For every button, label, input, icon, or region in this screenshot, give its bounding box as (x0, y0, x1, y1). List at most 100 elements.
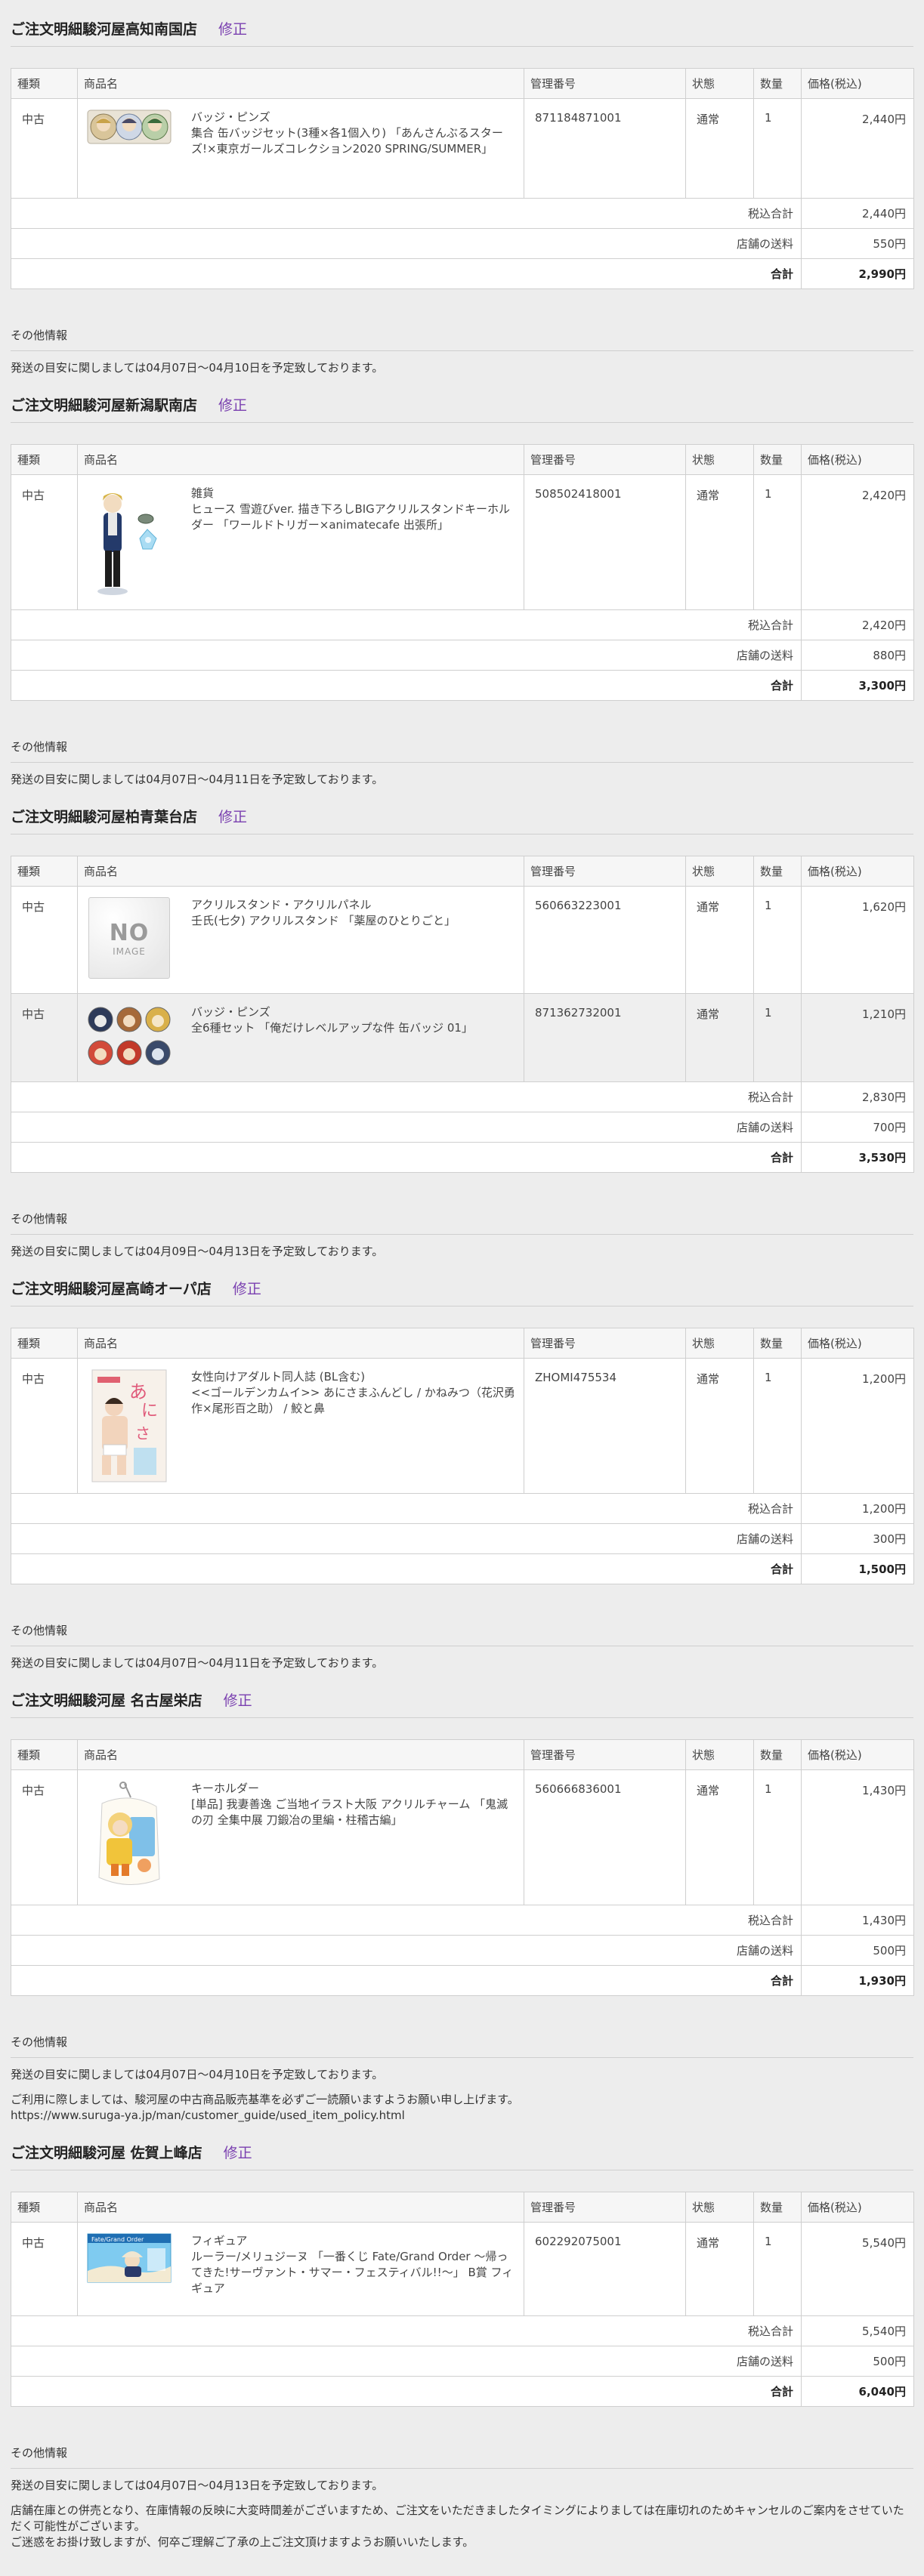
column-header-code: 管理番号 (524, 1328, 686, 1359)
item-name-link[interactable]: 集合 缶バッジセット(3種×各1個入り) 「あんさんぶるスターズ!×東京ガールズ… (191, 126, 503, 156)
other-info-heading: その他情報 (11, 2437, 913, 2469)
item-name-link[interactable]: ヒュース 雪遊びver. 描き下ろしBIGアクリルスタンドキーホルダー 「ワール… (191, 502, 510, 532)
column-header-qty: 数量 (753, 1739, 802, 1770)
table-header-row: 種類 商品名 管理番号 状態 数量 価格(税込) (11, 444, 914, 475)
item-price: 1,430円 (801, 1769, 914, 1905)
summary-row: 店舗の送料 300円 (11, 1523, 914, 1554)
summary-label: 合計 (11, 258, 802, 289)
svg-text:あ: あ (129, 1381, 147, 1402)
other-info-text: 発送の目安に関しましては04月07日～04月11日を予定致しております。 (11, 763, 913, 788)
order-items-table: 種類 商品名 管理番号 状態 数量 価格(税込) 中古 Fate/Grand Order フ… (11, 2192, 914, 2407)
order-items-table: 種類 商品名 管理番号 状態 数量 価格(税込) 中古 NO IMAGE アクリルスタンド・アクリ… (11, 856, 914, 1173)
item-condition: 中古 (11, 1358, 78, 1494)
column-header-code: 管理番号 (524, 444, 686, 475)
summary-label: 税込合計 (11, 1081, 802, 1112)
column-header-status: 状態 (685, 2192, 754, 2223)
item-status: 通常 (685, 993, 754, 1082)
summary-label: 税込合計 (11, 1493, 802, 1524)
item-quantity: 1 (753, 98, 802, 199)
item-status: 通常 (685, 474, 754, 610)
column-header-status: 状態 (685, 444, 754, 475)
product-thumbnail[interactable] (87, 1781, 172, 1894)
item-product-cell: NO IMAGE アクリルスタンド・アクリルパネル 壬氏(七夕) アクリルスタンド 「… (77, 886, 524, 994)
product-thumbnail-icon (88, 1007, 171, 1066)
column-header-type: 種類 (11, 444, 78, 475)
edit-order-link[interactable]: 修正 (224, 1689, 252, 1710)
item-name-link[interactable]: <<ゴールデンカムイ>> あにさまふんどし / かねみつ（花沢勇作×尾形百之助）… (191, 1386, 515, 1415)
column-header-code: 管理番号 (524, 1739, 686, 1770)
summary-row: 合計 3,300円 (11, 670, 914, 701)
column-header-product: 商品名 (77, 856, 524, 887)
item-category: キーホルダー (191, 1782, 260, 1795)
column-header-type: 種類 (11, 1739, 78, 1770)
item-status: 通常 (685, 886, 754, 994)
item-name-link[interactable]: 壬氏(七夕) アクリルスタンド 「薬屋のひとりごと」 (191, 914, 456, 927)
product-thumbnail[interactable] (87, 1004, 172, 1071)
summary-row: 店舗の送料 550円 (11, 228, 914, 259)
summary-row: 税込合計 2,830円 (11, 1081, 914, 1112)
item-quantity: 1 (753, 1358, 802, 1494)
shop-order-section: ご注文明細駿河屋柏青葉台店 修正 種類 商品名 管理番号 状態 数量 価格(税込) 中古 NO IM… (11, 798, 914, 1270)
table-header-row: 種類 商品名 管理番号 状態 数量 価格(税込) (11, 1739, 914, 1770)
table-header-row: 種類 商品名 管理番号 状態 数量 価格(税込) (11, 1328, 914, 1359)
summary-value: 1,930円 (801, 1965, 914, 1996)
summary-row: 店舗の送料 880円 (11, 640, 914, 671)
other-info-heading: その他情報 (11, 1615, 913, 1646)
other-info-text: 発送の目安に関しましては04月07日～04月10日を予定致しております。 (11, 351, 913, 376)
item-product-cell: あ に さ 女性向けアダルト同人誌 (BL含む) <<ゴールデンカムイ>> あにさ… (77, 1358, 524, 1494)
item-status: 通常 (685, 98, 754, 199)
item-name-link[interactable]: ルーラー/メリュジーヌ 「一番くじ Fate/Grand Order ～帰ってき… (191, 2250, 513, 2295)
column-header-code: 管理番号 (524, 856, 686, 887)
summary-value: 3,530円 (801, 1142, 914, 1173)
item-category: 雑貨 (191, 486, 215, 500)
order-item-row: 中古 Fate/Grand Order フィギュア ルーラー/メリュジーヌ 「一番… (11, 2222, 914, 2316)
summary-value: 500円 (801, 2346, 914, 2377)
edit-order-link[interactable]: 修正 (224, 2142, 252, 2162)
svg-text:さ: さ (135, 1424, 150, 1442)
policy-link[interactable]: https://www.suruga-ya.jp/man/customer_gu… (11, 2108, 913, 2124)
summary-value: 880円 (801, 640, 914, 671)
item-name-link[interactable]: 全6種セット 「俺だけレベルアップな件 缶バッジ 01」 (191, 1021, 473, 1035)
info-line: 発送の目安に関しましては04月07日～04月13日を予定致しております。 (11, 2479, 384, 2492)
summary-value: 500円 (801, 1935, 914, 1966)
product-thumbnail[interactable]: NO IMAGE (87, 897, 172, 979)
summary-row: 税込合計 5,540円 (11, 2315, 914, 2346)
shop-order-header: ご注文明細駿河屋高知南国店 修正 (11, 11, 913, 47)
product-thumbnail[interactable] (87, 486, 172, 599)
info-line: 店舗在庫との併売となり、在庫情報の反映に大変時間差がございますため、ご注文をいた… (11, 2504, 904, 2533)
no-image-text: NO (109, 919, 150, 946)
edit-order-link[interactable]: 修正 (218, 806, 247, 826)
info-line: 発送の目安に関しましては04月07日～04月10日を予定致しております。 (11, 361, 384, 375)
shop-order-section: ご注文明細駿河屋高知南国店 修正種類 商品名 管理番号 状態 数量 価格(税込) 中古 バッジ… (11, 11, 914, 387)
summary-row: 税込合計 1,200円 (11, 1493, 914, 1524)
summary-label: 店舗の送料 (11, 2346, 802, 2377)
edit-order-link[interactable]: 修正 (233, 1278, 261, 1298)
edit-order-link[interactable]: 修正 (218, 18, 247, 39)
product-thumbnail[interactable] (87, 110, 172, 157)
order-item-row: 中古 バッジ・ピンズ集合 缶バッジセット(3種×各1個入り) 「あんさんぶるスタ… (11, 98, 914, 199)
item-management-number: 560666836001 (524, 1769, 686, 1905)
summary-row: 合計 3,530円 (11, 1142, 914, 1173)
item-quantity: 1 (753, 2222, 802, 2316)
item-name-link[interactable]: [単品] 我妻善逸 ご当地イラスト大阪 アクリルチャーム 「鬼滅の刃 全集中展 … (191, 1797, 508, 1827)
edit-order-link[interactable]: 修正 (218, 394, 247, 415)
column-header-status: 状態 (685, 1328, 754, 1359)
shop-order-title: ご注文明細駿河屋高崎オーパ店 (11, 1281, 212, 1297)
item-management-number: 602292075001 (524, 2222, 686, 2316)
order-items-table: 種類 商品名 管理番号 状態 数量 価格(税込) 中古 雑貨 ヒュース 雪遊びver. 描き下… (11, 444, 914, 701)
item-condition: 中古 (11, 98, 78, 199)
summary-row: 店舗の送料 500円 (11, 2346, 914, 2377)
order-items-table: 種類 商品名 管理番号 状態 数量 価格(税込) 中古 バッジ・ピンズ 集合 缶バッジセット(… (11, 68, 914, 289)
item-category: バッジ・ピンズ (191, 110, 270, 124)
item-price: 2,440円 (801, 98, 914, 199)
shop-order-title: ご注文明細駿河屋高知南国店 (11, 21, 198, 38)
no-image-subtext: IMAGE (113, 946, 146, 957)
summary-row: 合計 1,930円 (11, 1965, 914, 1996)
order-item-row: 中古 あ に さ 女性向けアダルト同人誌 (BL含む) <<ゴールデンカムイ>> … (11, 1358, 914, 1494)
info-line: 発送の目安に関しましては04月07日～04月10日を予定致しております。 (11, 2068, 384, 2081)
summary-row: 税込合計 2,440円 (11, 198, 914, 229)
product-thumbnail[interactable]: あ に さ (87, 1369, 172, 1482)
summary-label: 合計 (11, 1965, 802, 1996)
shop-order-section: ご注文明細駿河屋 名古屋栄店 修正 種類 商品名 管理番号 状態 数量 価格(税込) 中古 キー… (11, 1682, 914, 2134)
product-thumbnail[interactable]: Fate/Grand Order (87, 2233, 172, 2297)
